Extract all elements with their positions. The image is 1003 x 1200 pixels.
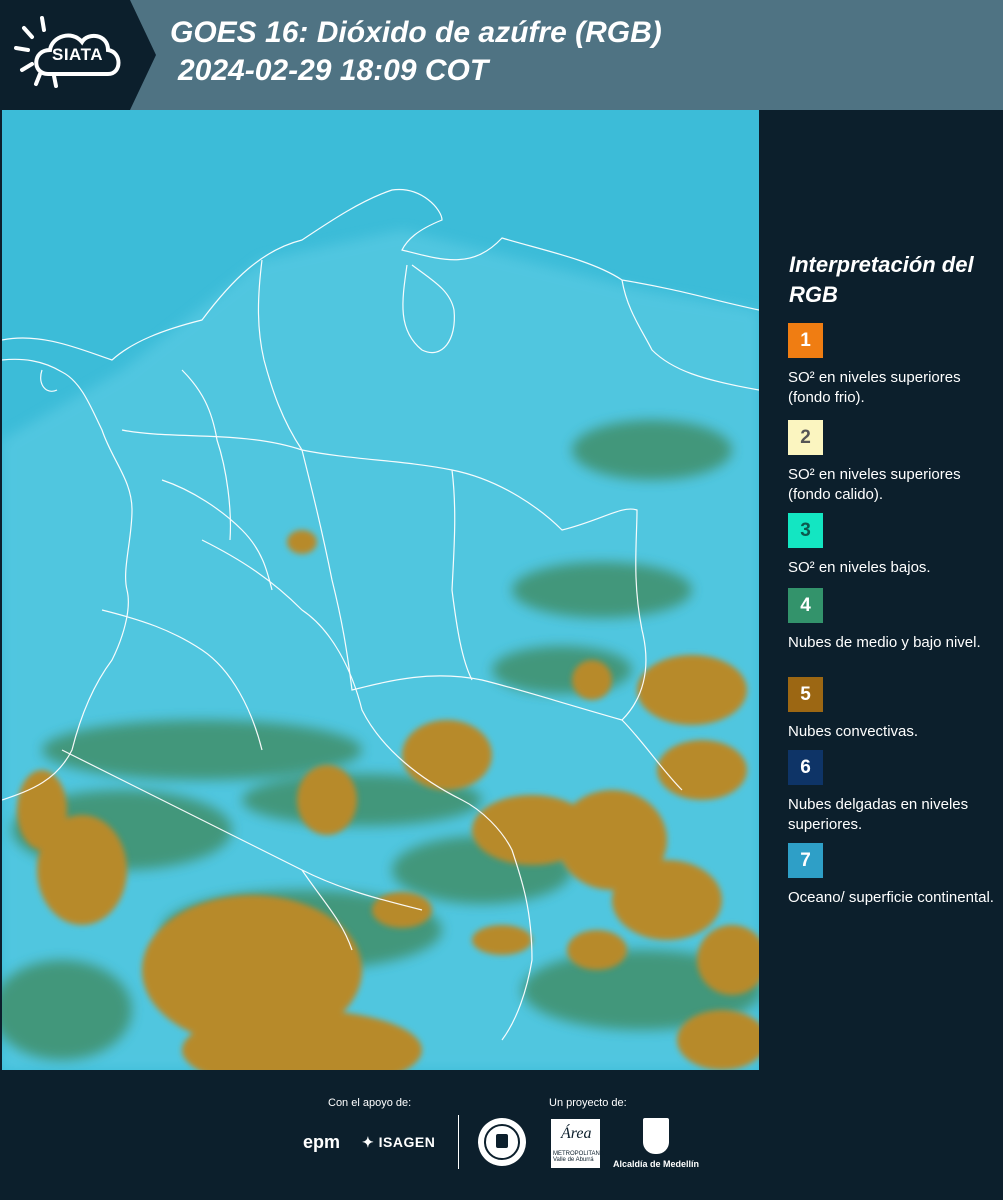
legend-item-6: 6 Nubes delgadas en niveles superiores. [788, 750, 998, 835]
logo-arrow [130, 0, 156, 110]
legend-number: 2 [800, 426, 811, 448]
legend-swatch-4: 4 [788, 588, 823, 623]
legend-label: Nubes de medio y bajo nivel. [788, 634, 981, 651]
legend-number: 3 [800, 519, 811, 541]
legend-label: Oceano/ superficie continental. [788, 889, 994, 906]
satellite-image [2, 110, 759, 1070]
rgb-legend: Interpretación del RGB 1 SO² en niveles … [760, 110, 1003, 1070]
page-title: GOES 16: Dióxido de azúfre (RGB) [170, 16, 662, 49]
legend-item-7: 7 Oceano/ superficie continental. [788, 843, 998, 908]
support-label: Con el apoyo de: [328, 1097, 412, 1109]
area-metropolitana-logo: Área METROPOLITANA Valle de Aburrá [551, 1119, 604, 1168]
legend-item-5: 5 Nubes convectivas. [788, 677, 998, 742]
legend-item-3: 3 SO² en niveles bajos. [788, 513, 998, 578]
legend-number: 1 [800, 329, 811, 351]
logo-text: SIATA [52, 45, 103, 64]
legend-swatch-2: 2 [788, 420, 823, 455]
legend-title: Interpretación del RGB [789, 252, 974, 307]
legend-number: 4 [800, 594, 811, 616]
isagen-text: ISAGEN [378, 1134, 436, 1150]
legend-label: Nubes convectivas. [788, 723, 919, 740]
legend-label: Nubes delgadas en niveles superiores. [788, 796, 969, 833]
alcaldia-shield-icon [643, 1118, 669, 1154]
legend-label: SO² en niveles bajos. [788, 559, 931, 576]
area-logo-text: Área [561, 1125, 592, 1142]
page-timestamp: 2024-02-29 18:09 COT [178, 54, 489, 87]
legend-swatch-1: 1 [788, 323, 823, 358]
satellite-map [2, 110, 759, 1070]
legend-item-2: 2 SO² en niveles superiores (fondo calid… [788, 420, 998, 519]
legend-number: 6 [800, 756, 811, 778]
isagen-logo: ✦ ISAGEN [362, 1134, 435, 1151]
legend-swatch-6: 6 [788, 750, 823, 785]
legend-swatch-3: 3 [788, 513, 823, 548]
legend-number: 7 [800, 849, 811, 871]
legend-number: 5 [800, 683, 811, 705]
project-label: Un proyecto de: [549, 1097, 627, 1109]
siata-logo: SIATA [0, 0, 130, 110]
area-logo-subtext: METROPOLITANA Valle de Aburrá [553, 1151, 604, 1163]
medellin-seal-icon [478, 1118, 526, 1166]
isagen-icon: ✦ [362, 1134, 375, 1150]
legend-swatch-7: 7 [788, 843, 823, 878]
legend-swatch-5: 5 [788, 677, 823, 712]
legend-label: SO² en niveles superiores (fondo frio). [788, 369, 961, 406]
footer: Con el apoyo de: Un proyecto de: epm ✦ I… [0, 1070, 1003, 1200]
legend-label: SO² en niveles superiores (fondo calido)… [788, 466, 961, 503]
header-bar: SIATA GOES 16: Dióxido de azúfre (RGB) 2… [0, 0, 1003, 110]
legend-item-1: 1 SO² en niveles superiores (fondo frio)… [788, 323, 998, 408]
legend-item-4: 4 Nubes de medio y bajo nivel. [788, 588, 998, 653]
alcaldia-label: Alcaldía de Medellín [613, 1159, 700, 1169]
epm-logo: epm [303, 1132, 341, 1152]
seal-inner [484, 1124, 520, 1160]
footer-divider [458, 1115, 459, 1169]
